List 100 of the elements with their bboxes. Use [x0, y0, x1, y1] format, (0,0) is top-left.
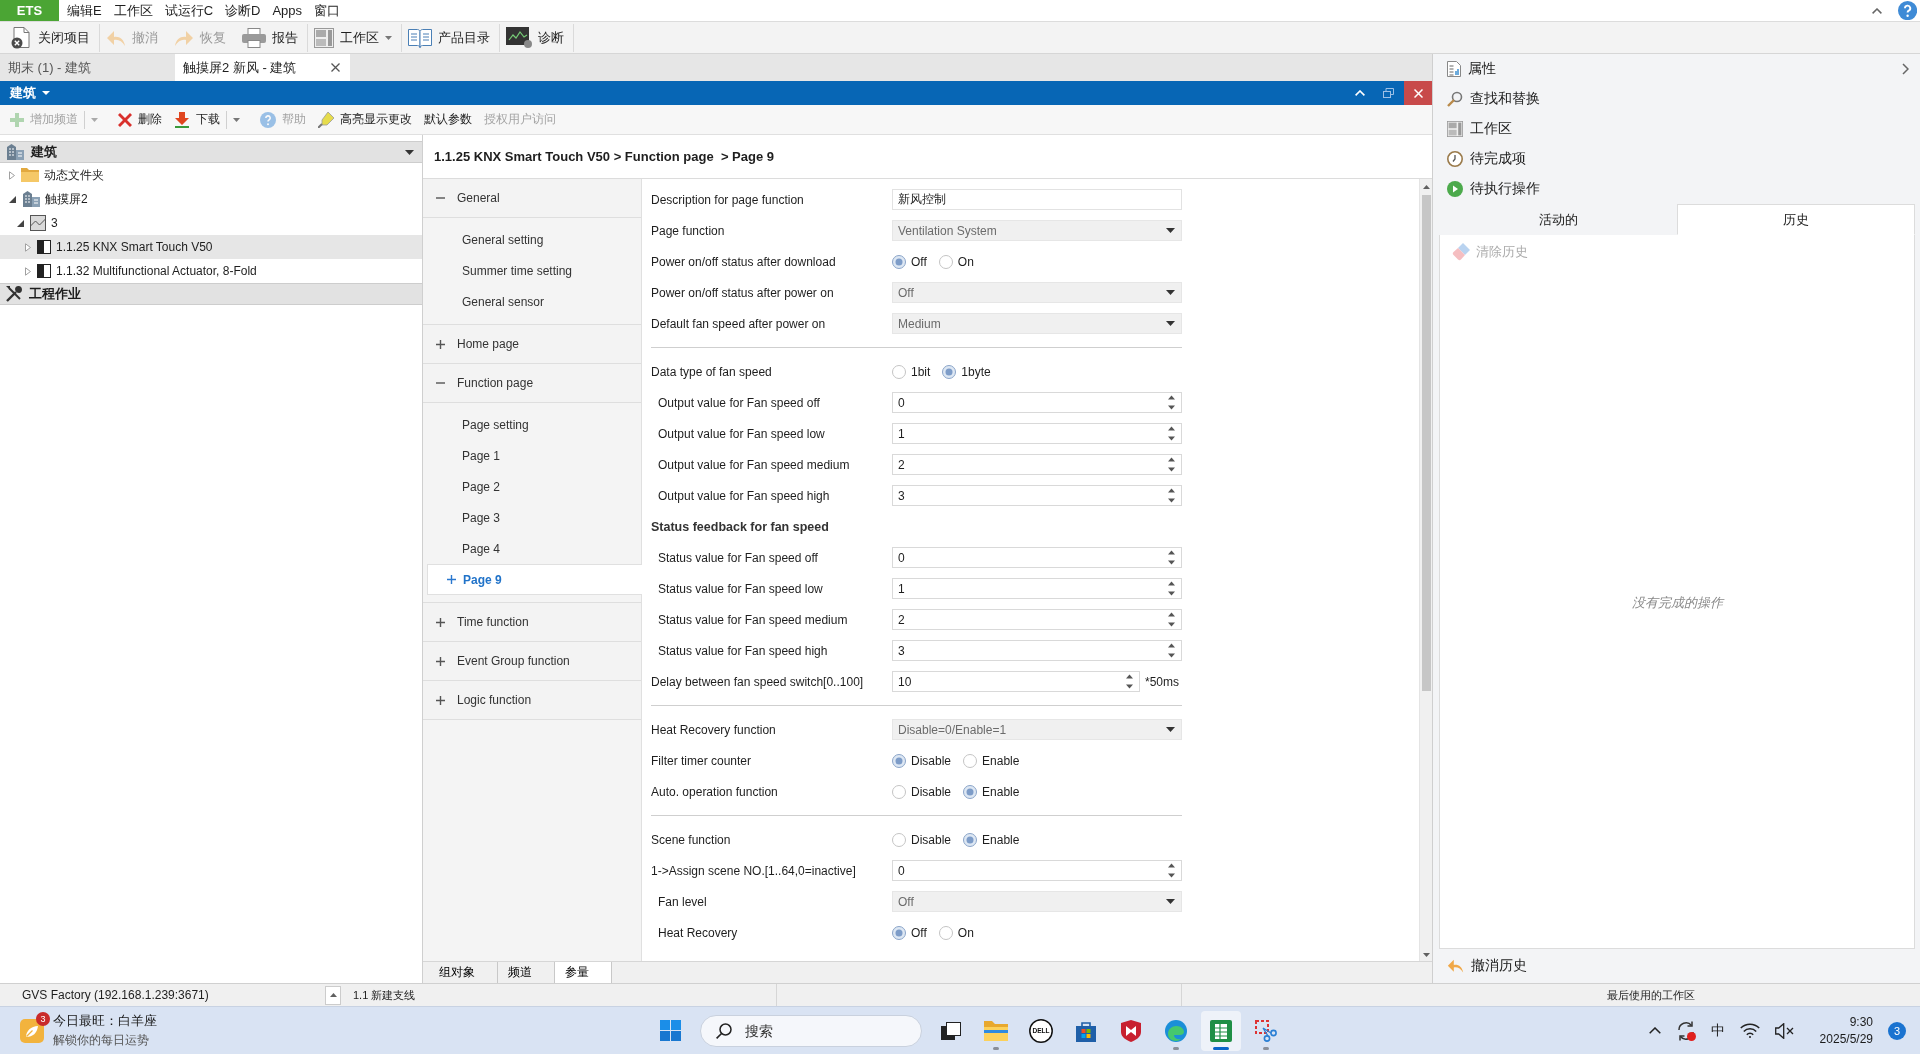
radio-label[interactable]: On	[957, 925, 974, 940]
plus-icon[interactable]	[436, 617, 445, 627]
toolbar-button[interactable]: 产品目录	[402, 23, 500, 52]
toolbar-button[interactable]: 高亮显示更改	[312, 107, 418, 132]
radio-label[interactable]: Enable	[982, 832, 1020, 847]
document-tab[interactable]: 期末 (1) - 建筑	[0, 54, 175, 81]
tree-item[interactable]: 3	[0, 211, 422, 235]
tab[interactable]: 历史	[1677, 204, 1915, 235]
radio-button[interactable]	[892, 254, 906, 269]
section-header[interactable]: 建筑	[0, 141, 422, 163]
spin-box[interactable]: 3	[892, 640, 1182, 661]
nav-item[interactable]: Page setting	[423, 409, 641, 440]
radio-button[interactable]	[963, 753, 978, 768]
toolbar-button[interactable]: 工作区	[308, 23, 402, 52]
dropdown[interactable]: Ventilation System	[892, 220, 1182, 241]
panel-link[interactable]: 属性	[1439, 54, 1915, 84]
radio-button[interactable]	[892, 925, 906, 940]
menu-item[interactable]: 诊断D	[219, 0, 267, 21]
help-icon[interactable]	[1897, 0, 1917, 21]
toolbar-button[interactable]: 诊断	[500, 23, 574, 52]
panel-link[interactable]: 查找和替换	[1439, 84, 1915, 114]
caret-up-icon[interactable]	[1871, 7, 1882, 14]
clock-time[interactable]: 9:30	[1819, 1015, 1873, 1029]
radio-button[interactable]	[938, 254, 953, 269]
spin-box[interactable]: 1	[892, 578, 1182, 599]
radio-button[interactable]	[963, 784, 978, 799]
dropdown[interactable]: Disable=0/Enable=1	[892, 719, 1182, 740]
panel-link[interactable]: 工作区	[1439, 114, 1915, 144]
panel-link[interactable]: 待完成项	[1439, 144, 1915, 174]
expander-icon[interactable]	[9, 195, 16, 203]
radio-button[interactable]	[963, 832, 978, 847]
spin-arrows-icon[interactable]	[1168, 457, 1175, 472]
dropdown[interactable]: Medium	[892, 313, 1182, 334]
spin-box[interactable]: 10	[892, 671, 1140, 692]
search-field[interactable]: 搜索	[700, 1014, 922, 1047]
expand-button[interactable]	[325, 985, 341, 1005]
tree-item[interactable]: 1.1.25 KNX Smart Touch V50	[0, 235, 422, 259]
clock-date[interactable]: 2025/5/29	[1819, 1032, 1873, 1046]
close-icon[interactable]	[331, 63, 340, 72]
radio-button[interactable]	[892, 784, 906, 799]
widget-title[interactable]: 今日最旺：白羊座	[53, 1012, 157, 1030]
spin-arrows-icon[interactable]	[1168, 488, 1175, 503]
plus-icon[interactable]	[436, 695, 445, 705]
spin-arrows-icon[interactable]	[1168, 612, 1175, 627]
panel-link[interactable]: 待执行操作	[1439, 174, 1915, 204]
spin-arrows-icon[interactable]	[1168, 581, 1175, 596]
plus-icon[interactable]	[436, 339, 445, 349]
dropdown[interactable]: Off	[892, 282, 1182, 303]
toolbar-button[interactable]: 关闭项目	[4, 23, 100, 52]
plus-icon[interactable]	[436, 656, 445, 666]
input-method-indicator[interactable]: 中	[1710, 1021, 1725, 1040]
toolbar-button[interactable]: 删除	[112, 107, 168, 132]
menu-item[interactable]: 工作区	[107, 0, 159, 21]
radio-label[interactable]: Off	[911, 254, 927, 269]
undo-history-button[interactable]: 撤消历史	[1439, 953, 1533, 979]
radio-label[interactable]: 1bit	[911, 364, 931, 379]
chevron-right-icon[interactable]	[1902, 63, 1909, 75]
radio-label[interactable]: On	[957, 254, 974, 269]
widget-icon[interactable]	[20, 1018, 44, 1043]
radio-button[interactable]	[938, 925, 953, 940]
nav-item[interactable]: General setting	[423, 224, 641, 255]
notification-count[interactable]: 3	[1888, 1021, 1906, 1040]
spin-arrows-icon[interactable]	[1168, 550, 1175, 565]
radio-label[interactable]: Disable	[911, 832, 952, 847]
nav-item[interactable]: Page 3	[423, 502, 641, 533]
spin-arrows-icon[interactable]	[1168, 643, 1175, 658]
menu-item[interactable]: 编辑E	[61, 0, 108, 21]
nav-item[interactable]: Page 9	[427, 564, 642, 595]
radio-label[interactable]: Disable	[911, 784, 952, 799]
document-tab[interactable]: 触摸屏2 新风 - 建筑	[175, 54, 350, 81]
close-button[interactable]	[1404, 81, 1432, 105]
spin-box[interactable]: 1	[892, 423, 1182, 444]
spin-box[interactable]: 2	[892, 609, 1182, 630]
tab[interactable]: 参量	[555, 962, 612, 983]
tree-item[interactable]: 动态文件夹	[0, 163, 422, 187]
nav-item[interactable]: Page 4	[423, 533, 641, 564]
spin-box[interactable]: 3	[892, 485, 1182, 506]
nav-item[interactable]: Summer time setting	[423, 255, 641, 286]
caret-up-icon[interactable]	[1648, 1027, 1661, 1034]
sync-icon[interactable]	[1675, 1020, 1696, 1041]
text-field[interactable]: 新风控制	[892, 189, 1182, 210]
widget-subtitle[interactable]: 解锁你的每日运势	[53, 1032, 157, 1049]
scrollbar-thumb[interactable]	[1421, 195, 1431, 691]
menu-item[interactable]: 窗口	[308, 0, 347, 21]
spin-box[interactable]: 0	[892, 392, 1182, 413]
tree-item[interactable]: 触摸屏2	[0, 187, 422, 211]
radio-label[interactable]: Enable	[982, 784, 1020, 799]
tree-item[interactable]: 1.1.32 Multifunctional Actuator, 8-Fold	[0, 259, 422, 283]
nav-item[interactable]: Page 2	[423, 471, 641, 502]
spin-arrows-icon[interactable]	[1168, 863, 1175, 878]
plus-icon[interactable]	[447, 575, 456, 584]
menu-item[interactable]: Apps	[266, 0, 309, 21]
dropdown[interactable]: Off	[892, 891, 1182, 912]
vertical-scrollbar[interactable]	[1419, 179, 1432, 961]
section-header[interactable]: 工程作业	[0, 283, 422, 305]
radio-button[interactable]	[892, 753, 906, 768]
toolbar-button[interactable]: 默认参数	[418, 107, 478, 132]
toolbar-button[interactable]: 报告	[236, 23, 308, 52]
spin-box[interactable]: 0	[892, 860, 1182, 881]
start-icon[interactable]	[660, 1020, 681, 1041]
